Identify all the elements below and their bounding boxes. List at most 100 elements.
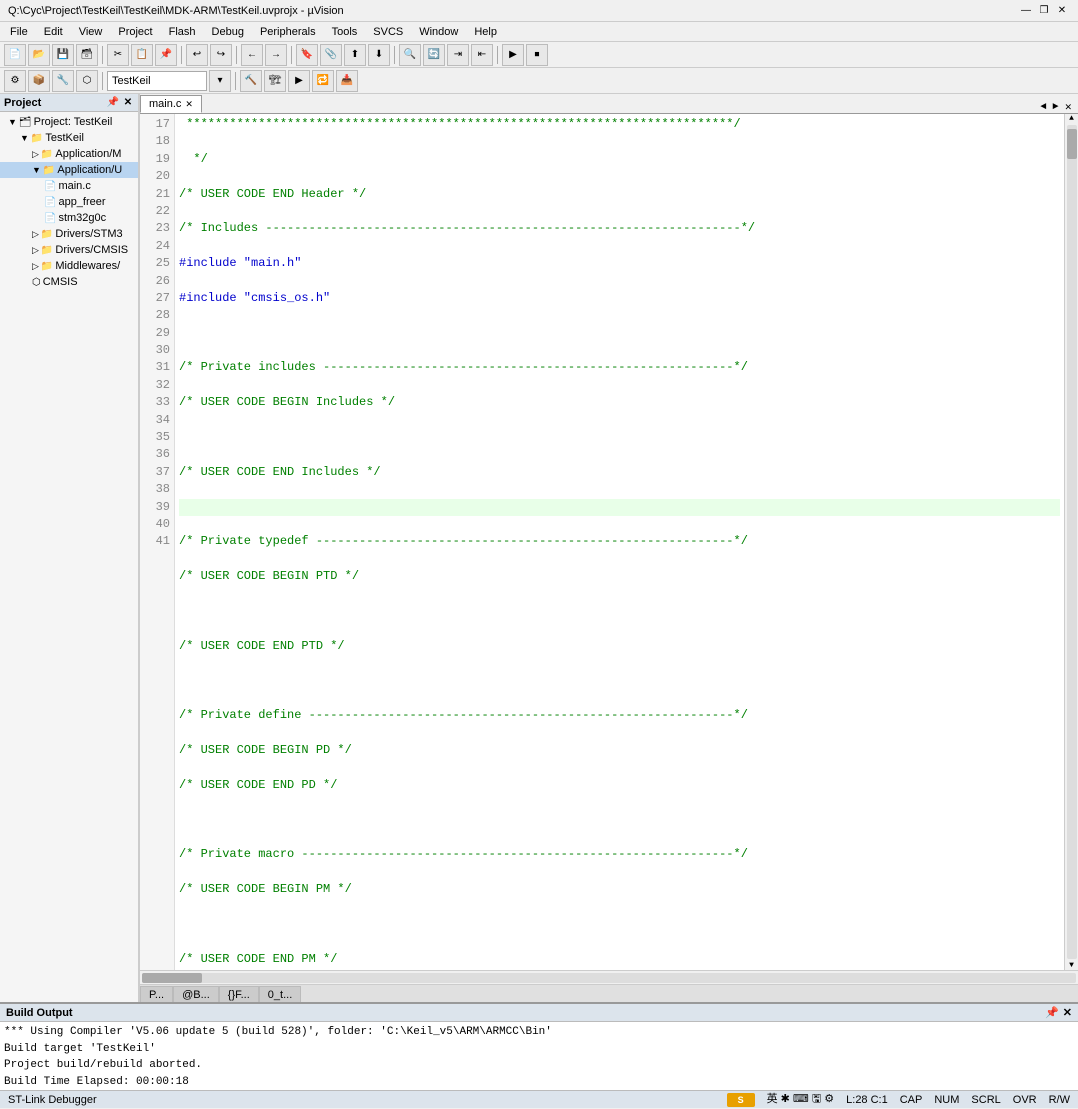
tb2-btn8[interactable]: 🔁 [312,70,334,92]
nav-fwd-btn[interactable]: → [265,44,287,66]
menu-edit[interactable]: Edit [38,25,69,39]
save-all-btn[interactable]: 🗃 [76,44,98,66]
project-close-icon[interactable]: ✕ [122,97,134,109]
ln-20: 20 [144,168,170,185]
tree-toggle-drv-cmsis: ▷ [32,245,39,256]
bottom-tab-p[interactable]: P... [140,986,173,1002]
horizontal-scrollbar[interactable] [140,970,1078,984]
scroll-track[interactable] [1067,125,1077,959]
code-line-38: /* Private macro -----------------------… [179,846,1060,863]
tb2-btn1[interactable]: ⚙ [4,70,26,92]
find-btn[interactable]: 🔍 [399,44,421,66]
menu-file[interactable]: File [4,25,34,39]
nav-back-btn[interactable]: ← [241,44,263,66]
bookmark4-btn[interactable]: ⬇ [368,44,390,66]
project-target-input[interactable]: TestKeil [107,71,207,91]
menu-help[interactable]: Help [468,25,503,39]
menu-debug[interactable]: Debug [206,25,250,39]
bookmark2-btn[interactable]: 📎 [320,44,342,66]
scroll-thumb[interactable] [1067,129,1077,159]
bookmark-btn[interactable]: 🔖 [296,44,318,66]
replace-btn[interactable]: 🔄 [423,44,445,66]
redo-btn[interactable]: ↪ [210,44,232,66]
h-scroll-thumb[interactable] [142,973,202,983]
menu-view[interactable]: View [73,25,109,39]
status-debugger: ST-Link Debugger [8,1094,97,1106]
menu-peripherals[interactable]: Peripherals [254,25,322,39]
menu-project[interactable]: Project [112,25,158,39]
tb2-btn5[interactable]: 🔨 [240,70,262,92]
tree-label-app-m: Application/M [55,148,121,160]
bottom-tab-f[interactable]: {}F... [219,986,259,1002]
ln-38: 38 [144,481,170,498]
save-btn[interactable]: 💾 [52,44,74,66]
tree-drivers-stm3[interactable]: ▷ 📁 Drivers/STM3 [0,226,138,242]
status-position: L:28 C:1 [846,1094,888,1106]
close-button[interactable]: ✕ [1054,3,1070,19]
build-line-3: Project build/rebuild aborted. [4,1057,1074,1074]
tb2-btn6[interactable]: 🏗 [264,70,286,92]
bookmark3-btn[interactable]: ⬆ [344,44,366,66]
tree-main-c[interactable]: 📄 main.c [0,178,138,194]
menu-svcs[interactable]: SVCS [367,25,409,39]
outdent-btn[interactable]: ⇤ [471,44,493,66]
tb2-btn9[interactable]: 📥 [336,70,358,92]
status-right: S 英 ✱ ⌨ 🖫 ⚙ L:28 C:1 CAP NUM SCRL OVR R/… [727,1090,1070,1109]
tree-stm32[interactable]: 📄 stm32g0c [0,210,138,226]
tree-drivers-cmsis[interactable]: ▷ 📁 Drivers/CMSIS [0,242,138,258]
tree-toggle-mw: ▷ [32,261,39,272]
tab-scroll-right[interactable]: ► [1050,102,1060,113]
menu-tools[interactable]: Tools [326,25,364,39]
line-numbers: 17 18 19 20 21 22 23 24 25 26 27 28 29 3… [140,114,175,970]
tb2-btn7[interactable]: ▶ [288,70,310,92]
tab-scroll-left[interactable]: ◄ [1038,102,1048,113]
tb2-btn2[interactable]: 📦 [28,70,50,92]
vertical-scrollbar[interactable]: ▲ ▼ [1064,114,1078,970]
open-btn[interactable]: 📂 [28,44,50,66]
tab-main-c[interactable]: main.c ✕ [140,95,202,113]
tree-testkeil[interactable]: ▼ 📁 TestKeil [0,130,138,146]
tree-cmsis[interactable]: ⬡ CMSIS [0,274,138,290]
tab-close-icon[interactable]: ✕ [185,99,193,110]
tb2-btn3[interactable]: 🔧 [52,70,74,92]
menu-window[interactable]: Window [413,25,464,39]
tb2-btn4[interactable]: ⬡ [76,70,98,92]
paste-btn[interactable]: 📌 [155,44,177,66]
ln-21: 21 [144,186,170,203]
tab-close-all[interactable]: ✕ [1062,103,1074,113]
tree-middlewares[interactable]: ▷ 📁 Middlewares/ [0,258,138,274]
stop-btn[interactable]: ⏹ [526,44,548,66]
indent-btn[interactable]: ⇥ [447,44,469,66]
maximize-button[interactable]: ❐ [1036,3,1052,19]
new-btn[interactable]: 📄 [4,44,26,66]
tree-label-stm32: stm32g0c [58,212,106,224]
tree-app-m[interactable]: ▷ 📁 Application/M [0,146,138,162]
undo-btn[interactable]: ↩ [186,44,208,66]
cut-btn[interactable]: ✂ [107,44,129,66]
bottom-tab-t[interactable]: 0_t... [259,986,301,1002]
code-line-17: ****************************************… [179,116,1060,133]
ln-27: 27 [144,290,170,307]
copy-btn[interactable]: 📋 [131,44,153,66]
ln-33: 33 [144,394,170,411]
build-output: Build Output 📌 ✕ *** Using Compiler 'V5.… [0,1002,1078,1090]
ln-31: 31 [144,359,170,376]
tree-project-root[interactable]: ▼ 🗂 Project: TestKeil [0,114,138,130]
run-btn[interactable]: ▶ [502,44,524,66]
tree-app-u[interactable]: ▼ 📁 Application/U [0,162,138,178]
build-close-icon[interactable]: ✕ [1063,1006,1072,1019]
tree-app-free[interactable]: 📄 app_freer [0,194,138,210]
minimize-button[interactable]: — [1018,3,1034,19]
tb2-dropdown[interactable]: ▾ [209,70,231,92]
bottom-tab-b[interactable]: @B... [173,986,219,1002]
ln-32: 32 [144,377,170,394]
build-pin-icon[interactable]: 📌 [1045,1006,1059,1019]
sep4 [291,46,292,64]
scroll-up-btn[interactable]: ▲ [1069,114,1074,123]
code-line-31 [179,603,1060,620]
code-area[interactable]: ****************************************… [175,114,1064,970]
menu-flash[interactable]: Flash [163,25,202,39]
scroll-down-btn[interactable]: ▼ [1069,961,1074,970]
project-pin-icon[interactable]: 📌 [107,97,119,109]
h-scroll-track[interactable] [142,973,1076,983]
